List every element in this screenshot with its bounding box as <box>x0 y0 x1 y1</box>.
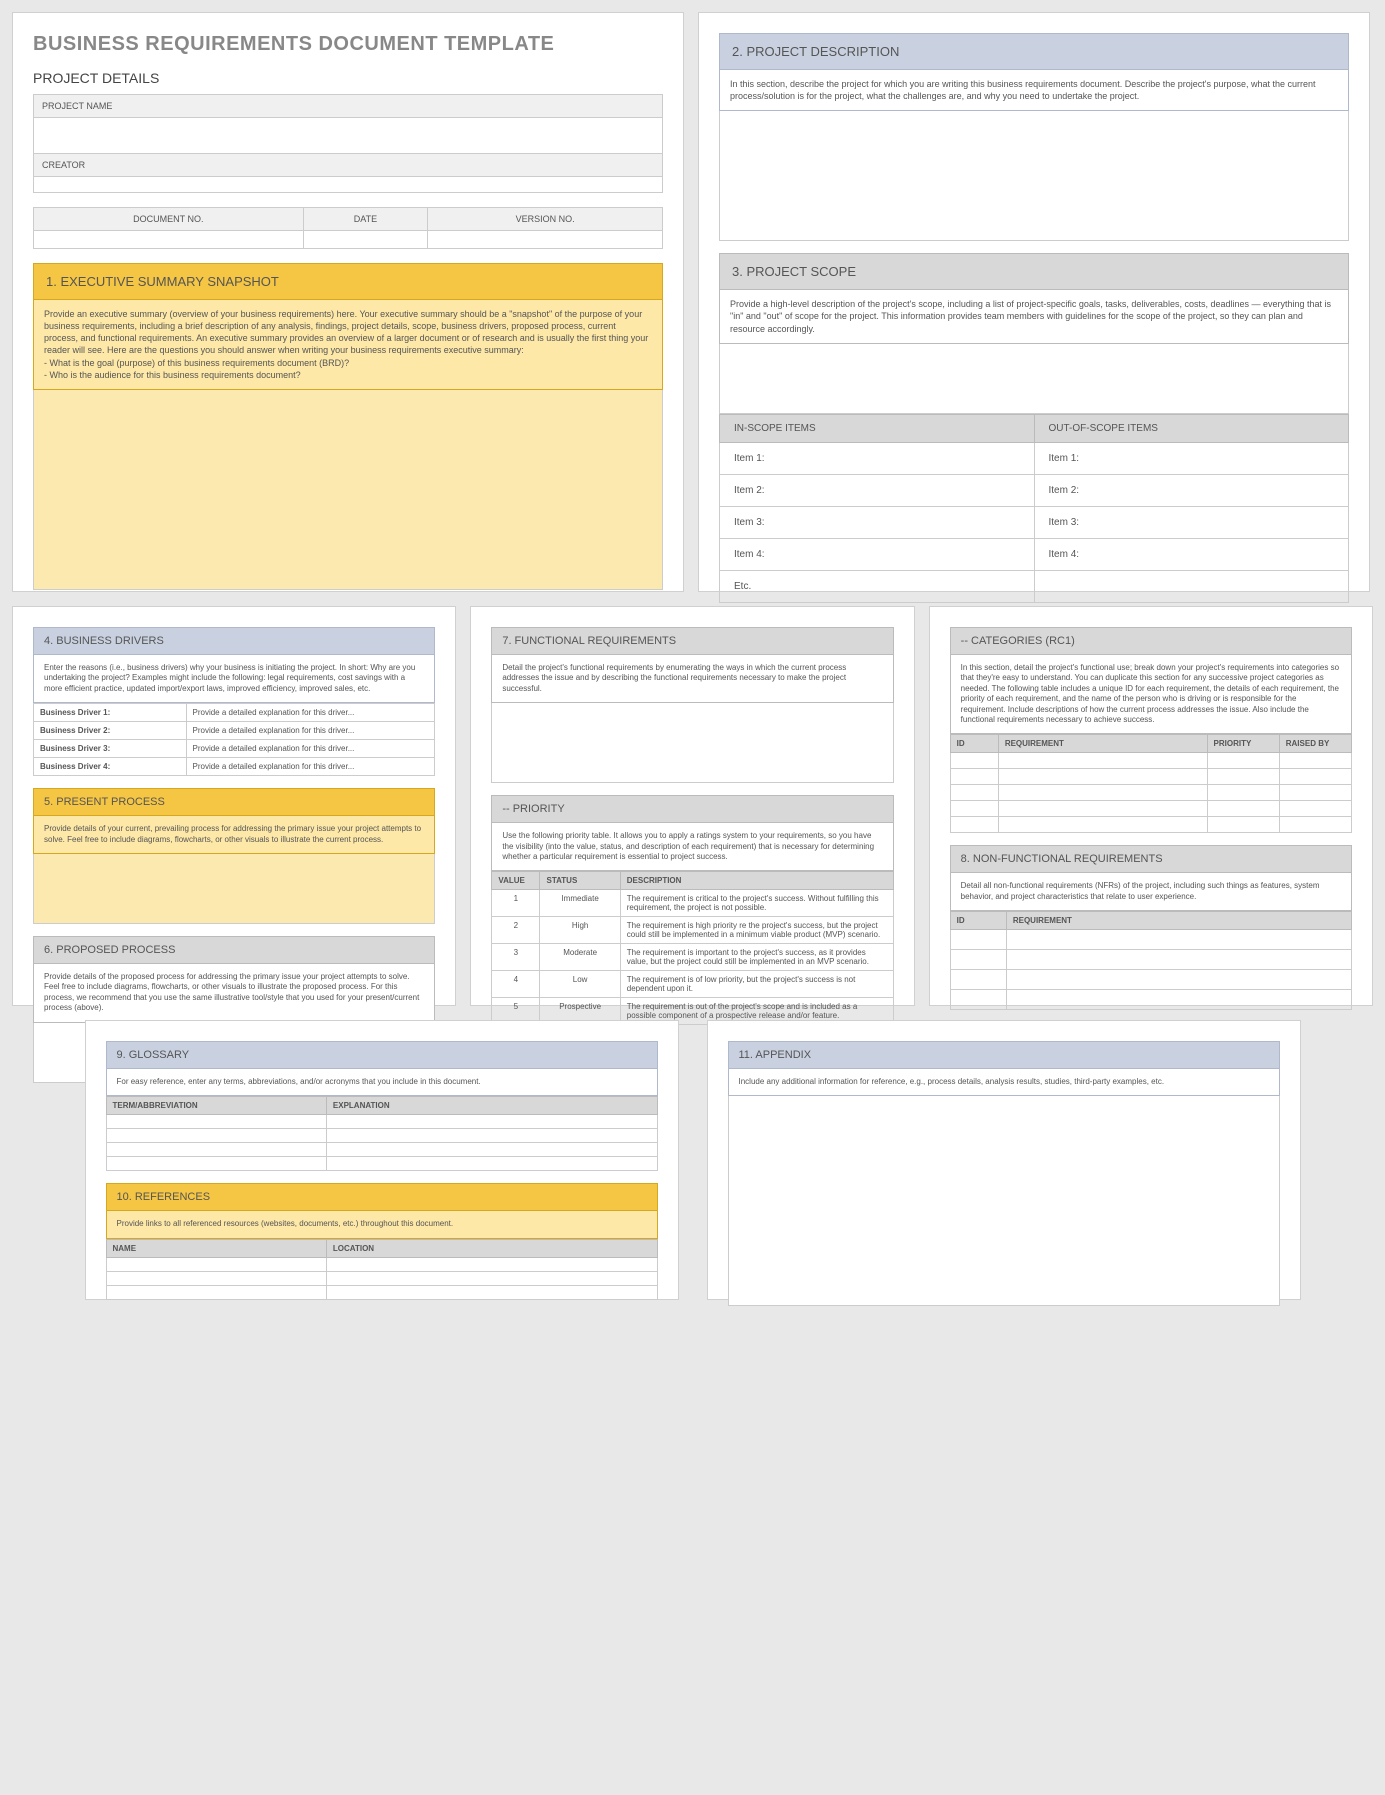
exec-summary-body[interactable] <box>33 390 663 590</box>
out-scope-header: OUT-OF-SCOPE ITEMS <box>1034 414 1349 442</box>
date-cell[interactable] <box>303 231 428 249</box>
document-title: BUSINESS REQUIREMENTS DOCUMENT TEMPLATE <box>33 33 663 56</box>
nfr-table: IDREQUIREMENT <box>950 911 1352 1010</box>
page-1: BUSINESS REQUIREMENTS DOCUMENT TEMPLATE … <box>12 12 684 592</box>
project-scope-body[interactable] <box>719 344 1349 414</box>
date-label: DATE <box>303 208 428 231</box>
business-drivers-section: 4. BUSINESS DRIVERS Enter the reasons (i… <box>33 627 435 776</box>
categories-section: -- CATEGORIES (RC1) In this section, det… <box>950 627 1352 833</box>
appendix-header: 11. APPENDIX <box>728 1041 1280 1069</box>
creator-label: CREATOR <box>34 154 663 177</box>
in-scope-row-1[interactable]: Item 1: <box>720 442 1035 474</box>
priority-col-description: DESCRIPTION <box>620 872 893 890</box>
appendix-text: Include any additional information for r… <box>728 1069 1280 1096</box>
project-name-cell[interactable] <box>34 118 663 154</box>
priority-header: -- PRIORITY <box>491 795 893 823</box>
nfr-text: Detail all non-functional requirements (… <box>950 873 1352 911</box>
page-4: 7. FUNCTIONAL REQUIREMENTS Detail the pr… <box>470 606 914 1006</box>
priority-col-value: VALUE <box>492 872 540 890</box>
project-description-section: 2. PROJECT DESCRIPTION In this section, … <box>719 33 1349 241</box>
project-name-label: PROJECT NAME <box>34 95 663 118</box>
glossary-header: 9. GLOSSARY <box>106 1041 658 1069</box>
appendix-section: 11. APPENDIX Include any additional info… <box>728 1041 1280 1306</box>
in-scope-row-2[interactable]: Item 2: <box>720 474 1035 506</box>
priority-text: Use the following priority table. It all… <box>491 823 893 871</box>
categories-header: -- CATEGORIES (RC1) <box>950 627 1352 655</box>
driver-2-label: Business Driver 2: <box>34 722 187 740</box>
priority-table: VALUESTATUSDESCRIPTION 1ImmediateThe req… <box>491 871 893 1025</box>
driver-3-label: Business Driver 3: <box>34 740 187 758</box>
nfr-header: 8. NON-FUNCTIONAL REQUIREMENTS <box>950 845 1352 873</box>
proposed-process-text: Provide details of the proposed process … <box>33 964 435 1023</box>
out-scope-row-5[interactable] <box>1034 570 1349 602</box>
page-7: 11. APPENDIX Include any additional info… <box>707 1020 1301 1300</box>
functional-requirements-header: 7. FUNCTIONAL REQUIREMENTS <box>491 627 893 655</box>
categories-text: In this section, detail the project's fu… <box>950 655 1352 734</box>
version-no-label: VERSION NO. <box>428 208 663 231</box>
project-scope-section: 3. PROJECT SCOPE Provide a high-level de… <box>719 253 1349 602</box>
driver-1-value[interactable]: Provide a detailed explanation for this … <box>186 704 435 722</box>
out-scope-row-4[interactable]: Item 4: <box>1034 538 1349 570</box>
business-drivers-header: 4. BUSINESS DRIVERS <box>33 627 435 655</box>
in-scope-row-5[interactable]: Etc. <box>720 570 1035 602</box>
glossary-table: TERM/ABBREVIATIONEXPLANATION <box>106 1096 658 1171</box>
project-description-header: 2. PROJECT DESCRIPTION <box>719 33 1349 70</box>
priority-section: -- PRIORITY Use the following priority t… <box>491 795 893 1025</box>
functional-requirements-section: 7. FUNCTIONAL REQUIREMENTS Detail the pr… <box>491 627 893 783</box>
project-details-heading: PROJECT DETAILS <box>33 70 663 86</box>
present-process-header: 5. PRESENT PROCESS <box>33 788 435 816</box>
references-text: Provide links to all referenced resource… <box>106 1211 658 1238</box>
page-3: 4. BUSINESS DRIVERS Enter the reasons (i… <box>12 606 456 1006</box>
project-name-table: PROJECT NAME CREATOR <box>33 94 663 193</box>
business-drivers-table: Business Driver 1:Provide a detailed exp… <box>33 703 435 776</box>
project-scope-header: 3. PROJECT SCOPE <box>719 253 1349 290</box>
driver-2-value[interactable]: Provide a detailed explanation for this … <box>186 722 435 740</box>
document-no-cell[interactable] <box>34 231 304 249</box>
present-process-section: 5. PRESENT PROCESS Provide details of yo… <box>33 788 435 924</box>
proposed-process-header: 6. PROPOSED PROCESS <box>33 936 435 964</box>
driver-4-value[interactable]: Provide a detailed explanation for this … <box>186 758 435 776</box>
references-table: NAMELOCATION <box>106 1239 658 1300</box>
out-scope-row-1[interactable]: Item 1: <box>1034 442 1349 474</box>
scope-table: IN-SCOPE ITEMSOUT-OF-SCOPE ITEMS Item 1:… <box>719 414 1349 603</box>
out-scope-row-2[interactable]: Item 2: <box>1034 474 1349 506</box>
doc-meta-table: DOCUMENT NO. DATE VERSION NO. <box>33 207 663 249</box>
version-no-cell[interactable] <box>428 231 663 249</box>
exec-summary-header: 1. EXECUTIVE SUMMARY SNAPSHOT <box>33 263 663 300</box>
business-drivers-text: Enter the reasons (i.e., business driver… <box>33 655 435 703</box>
present-process-body[interactable] <box>33 854 435 924</box>
in-scope-row-3[interactable]: Item 3: <box>720 506 1035 538</box>
out-scope-row-3[interactable]: Item 3: <box>1034 506 1349 538</box>
priority-col-status: STATUS <box>540 872 620 890</box>
nfr-section: 8. NON-FUNCTIONAL REQUIREMENTS Detail al… <box>950 845 1352 1010</box>
project-description-text: In this section, describe the project fo… <box>719 70 1349 111</box>
exec-summary-section: 1. EXECUTIVE SUMMARY SNAPSHOT Provide an… <box>33 263 663 590</box>
references-header: 10. REFERENCES <box>106 1183 658 1211</box>
glossary-section: 9. GLOSSARY For easy reference, enter an… <box>106 1041 658 1171</box>
project-scope-text: Provide a high-level description of the … <box>719 290 1349 343</box>
exec-summary-description: Provide an executive summary (overview o… <box>33 300 663 390</box>
driver-4-label: Business Driver 4: <box>34 758 187 776</box>
present-process-text: Provide details of your current, prevail… <box>33 816 435 854</box>
functional-requirements-body[interactable] <box>491 703 893 783</box>
glossary-text: For easy reference, enter any terms, abb… <box>106 1069 658 1096</box>
functional-requirements-text: Detail the project's functional requirem… <box>491 655 893 703</box>
document-no-label: DOCUMENT NO. <box>34 208 304 231</box>
page-5: -- CATEGORIES (RC1) In this section, det… <box>929 606 1373 1006</box>
project-description-body[interactable] <box>719 111 1349 241</box>
driver-3-value[interactable]: Provide a detailed explanation for this … <box>186 740 435 758</box>
driver-1-label: Business Driver 1: <box>34 704 187 722</box>
in-scope-row-4[interactable]: Item 4: <box>720 538 1035 570</box>
in-scope-header: IN-SCOPE ITEMS <box>720 414 1035 442</box>
appendix-body[interactable] <box>728 1096 1280 1306</box>
categories-table: IDREQUIREMENTPRIORITYRAISED BY <box>950 734 1352 833</box>
references-section: 10. REFERENCES Provide links to all refe… <box>106 1183 658 1299</box>
creator-cell[interactable] <box>34 177 663 193</box>
page-6: 9. GLOSSARY For easy reference, enter an… <box>85 1020 679 1300</box>
page-2: 2. PROJECT DESCRIPTION In this section, … <box>698 12 1370 592</box>
